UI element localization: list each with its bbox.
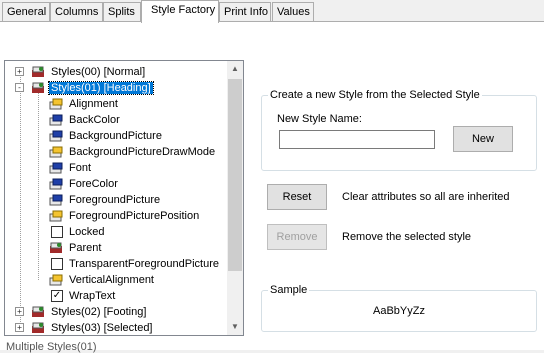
tab-label: Values (277, 6, 310, 18)
tree-node-label: BackgroundPictureDrawMode (69, 146, 216, 158)
property-set-icon (49, 194, 63, 206)
style-folder-icon (31, 322, 45, 334)
new-style-name-input[interactable] (279, 130, 435, 149)
tree-node-label: Styles(00) [Normal] (51, 66, 146, 78)
create-style-legend: Create a new Style from the Selected Sty… (268, 89, 482, 101)
style-folder-icon (49, 242, 63, 254)
remove-description: Remove the selected style (342, 231, 472, 243)
tree-scrollbar[interactable]: ▲ ▼ (227, 61, 243, 335)
expand-icon[interactable]: + (15, 323, 24, 332)
tree-node-label: ForeColor (69, 178, 118, 190)
tab-print-info[interactable]: Print Info (219, 2, 271, 21)
style-tree[interactable]: + Styles(00) [Normal] - Styles(01) [Head… (4, 60, 244, 336)
tab-label: Splits (108, 6, 135, 18)
property-value-icon (49, 210, 63, 222)
tree-node-forecolor[interactable]: ForeColor (5, 176, 227, 192)
create-style-group: Create a new Style from the Selected Sty… (261, 89, 537, 171)
tab-strip: General Columns Splits Style Factory Pri… (0, 0, 544, 23)
style-folder-icon (31, 306, 45, 318)
tree-node-label-selected: Styles(01) [Heading] (48, 81, 154, 95)
reset-button[interactable]: Reset (267, 184, 327, 210)
tree-node-foregroundpictureposition[interactable]: ForegroundPicturePosition (5, 208, 227, 224)
tab-label: General (7, 6, 47, 18)
tree-node-parent[interactable]: Parent (5, 240, 227, 256)
tree-node-label: WrapText (69, 290, 116, 302)
tab-columns[interactable]: Columns (50, 2, 103, 21)
property-value-icon (49, 146, 63, 158)
property-set-icon (49, 114, 63, 126)
style-folder-icon (31, 82, 45, 94)
property-value-icon (49, 274, 63, 286)
property-set-icon (49, 162, 63, 174)
remove-button[interactable]: Remove (267, 224, 327, 250)
tree-node-label: Font (69, 162, 92, 174)
style-folder-icon (31, 66, 45, 78)
tree-node-wraptext[interactable]: ✓ WrapText (5, 288, 227, 304)
tree-node-styles-00[interactable]: + Styles(00) [Normal] (5, 64, 227, 80)
scroll-up-icon[interactable]: ▲ (227, 61, 243, 77)
tree-node-backgroundpicture[interactable]: BackgroundPicture (5, 128, 227, 144)
tree-node-label: BackgroundPicture (69, 130, 162, 142)
expand-icon[interactable]: + (15, 67, 24, 76)
sample-group: Sample AaBbYyZz (261, 284, 537, 332)
tree-node-label: BackColor (69, 114, 120, 126)
tree-node-backgroundpicturedrawmode[interactable]: BackgroundPictureDrawMode (5, 144, 227, 160)
property-set-icon (49, 178, 63, 190)
locked-checkbox[interactable] (51, 226, 63, 238)
expand-icon[interactable]: + (15, 307, 24, 316)
tab-label: Columns (55, 6, 99, 18)
property-set-icon (49, 130, 63, 142)
new-style-name-label: New Style Name: (277, 113, 362, 125)
new-button[interactable]: New (453, 126, 513, 152)
tree-node-foregroundpicture[interactable]: ForegroundPicture (5, 192, 227, 208)
tree-node-styles-03[interactable]: + Styles(03) [Selected] (5, 320, 227, 335)
tab-label: Print Info (224, 6, 269, 18)
tree-node-label: VerticalAlignment (69, 274, 154, 286)
tab-general[interactable]: General (2, 2, 50, 21)
tree-node-label: Parent (69, 242, 102, 254)
tree-node-label: TransparentForegroundPicture (69, 258, 220, 270)
tree-node-label: Alignment (69, 98, 118, 110)
tab-label: Style Factory (151, 4, 216, 16)
status-text: Multiple Styles(01) (6, 341, 97, 353)
tree-node-backcolor[interactable]: BackColor (5, 112, 227, 128)
scroll-down-icon[interactable]: ▼ (227, 319, 243, 335)
tree-node-verticalalignment[interactable]: VerticalAlignment (5, 272, 227, 288)
tree-node-label: ForegroundPicture (69, 194, 161, 206)
tree-node-styles-02[interactable]: + Styles(02) [Footing] (5, 304, 227, 320)
tree-node-label: Styles(02) [Footing] (51, 306, 147, 318)
tree-node-alignment[interactable]: Alignment (5, 96, 227, 112)
sample-preview-text: AaBbYyZz (373, 305, 425, 317)
tree-node-label: ForegroundPicturePosition (69, 210, 200, 222)
property-value-icon (49, 98, 63, 110)
tab-values[interactable]: Values (272, 2, 314, 21)
tree-node-transparentforegroundpicture[interactable]: TransparentForegroundPicture (5, 256, 227, 272)
tree-node-font[interactable]: Font (5, 160, 227, 176)
scroll-thumb[interactable] (228, 79, 242, 271)
collapse-icon[interactable]: - (15, 83, 24, 92)
tree-node-locked[interactable]: Locked (5, 224, 227, 240)
tab-splits[interactable]: Splits (103, 2, 141, 21)
tree-node-styles-01[interactable]: - Styles(01) [Heading] (5, 80, 227, 96)
sample-legend: Sample (268, 284, 310, 296)
tree-node-label: Locked (69, 226, 105, 238)
transparent-foreground-checkbox[interactable] (51, 258, 63, 270)
tree-node-label: Styles(03) [Selected] (51, 322, 153, 334)
reset-description: Clear attributes so all are inherited (342, 191, 510, 203)
tab-style-factory[interactable]: Style Factory (141, 0, 219, 23)
wraptext-checkbox[interactable]: ✓ (51, 290, 63, 302)
